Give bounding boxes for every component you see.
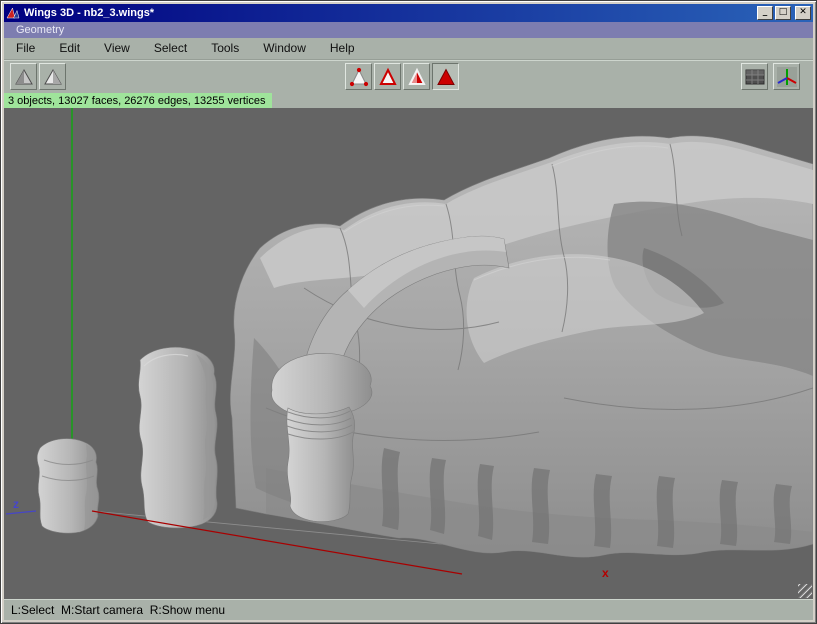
menu-bar: File Edit View Select Tools Window Help — [4, 38, 813, 60]
menu-view[interactable]: View — [92, 38, 142, 59]
vertex-mode-icon — [348, 66, 370, 88]
toolbar-left-group — [10, 63, 66, 90]
menu-select[interactable]: Select — [142, 38, 199, 59]
info-bar: 3 objects, 13027 faces, 26276 edges, 132… — [4, 91, 813, 108]
redo-button[interactable] — [39, 63, 66, 90]
geometry-window-title: Geometry — [16, 24, 64, 36]
smooth-shading-icon — [744, 66, 766, 88]
viewport-canvas[interactable] — [4, 108, 813, 599]
resize-grip[interactable] — [798, 584, 812, 598]
window-title: Wings 3D - nb2_3.wings* — [24, 7, 755, 19]
undo-button[interactable] — [10, 63, 37, 90]
redo-pyramid-icon — [42, 66, 64, 88]
toolbar-right-group — [741, 63, 800, 90]
vertex-mode-button[interactable] — [345, 63, 372, 90]
face-mode-icon — [406, 66, 428, 88]
mouse-hints: L:Select M:Start camera R:Show menu — [11, 603, 225, 617]
minimize-button[interactable]: _ — [757, 6, 773, 20]
maximize-button[interactable]: □ — [775, 6, 791, 20]
toolbar — [4, 60, 813, 91]
status-bar: L:Select M:Start camera R:Show menu — [4, 599, 813, 620]
face-mode-button[interactable] — [403, 63, 430, 90]
body-mode-icon — [435, 66, 457, 88]
menu-help[interactable]: Help — [318, 38, 367, 59]
menu-window[interactable]: Window — [251, 38, 318, 59]
title-bar[interactable]: Wings 3D - nb2_3.wings* _ □ ✕ — [4, 4, 813, 22]
wings3d-window: Wings 3D - nb2_3.wings* _ □ ✕ Geometry F… — [0, 0, 817, 624]
viewport[interactable]: z x — [4, 108, 813, 599]
edge-mode-button[interactable] — [374, 63, 401, 90]
menu-file[interactable]: File — [4, 38, 47, 59]
z-axis-label: z — [13, 497, 19, 511]
selection-mode-group — [345, 63, 459, 90]
undo-pyramid-icon — [13, 66, 35, 88]
body-mode-button[interactable] — [432, 63, 459, 90]
geometry-window-header[interactable]: Geometry — [4, 22, 813, 38]
edge-mode-icon — [377, 66, 399, 88]
axes-toggle-icon — [776, 66, 798, 88]
axes-toggle-button[interactable] — [773, 63, 800, 90]
app-logo-icon — [6, 6, 20, 20]
menu-edit[interactable]: Edit — [47, 38, 92, 59]
menu-tools[interactable]: Tools — [199, 38, 251, 59]
smooth-shading-button[interactable] — [741, 63, 768, 90]
close-button[interactable]: ✕ — [795, 6, 811, 20]
x-axis-label: x — [602, 566, 609, 580]
